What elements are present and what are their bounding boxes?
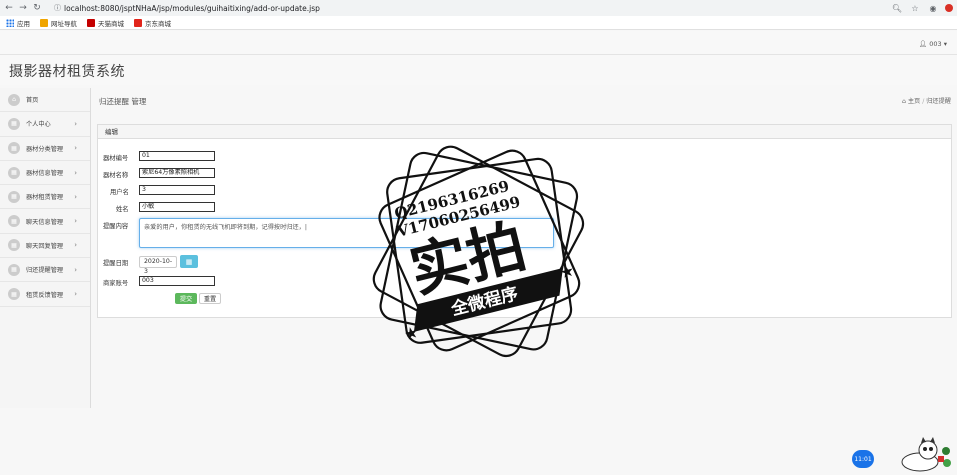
- jd-icon: [134, 18, 142, 27]
- date-input[interactable]: 2020-10-3: [139, 256, 177, 275]
- info-icon[interactable]: ⓘ: [54, 3, 64, 13]
- star-icon: ★: [558, 261, 577, 283]
- home-icon: ⌂: [901, 98, 906, 105]
- sidebar: ⌂ 首页 ▦ 个人中心 › ▦ 器材分类管理 › ▦ 器材信息管理 › ▦ 器材…: [0, 88, 91, 408]
- username-input[interactable]: 3: [139, 185, 215, 195]
- panel-title: 编辑: [98, 125, 951, 139]
- chevron-right-icon: ›: [74, 265, 77, 274]
- zoom-icon[interactable]: 🔍︎: [891, 2, 903, 14]
- sidebar-item-equipment[interactable]: ▦ 器材信息管理 ›: [0, 161, 90, 186]
- grid-icon: ▦: [8, 166, 20, 179]
- grid-icon: ▦: [8, 117, 20, 130]
- bookmark-apps[interactable]: 应用: [6, 18, 30, 28]
- sidebar-item-rental[interactable]: ▦ 器材租赁管理 ›: [0, 185, 90, 210]
- watermark-stamp: Q2196316269 V17060256499 实拍 全微程序 ★ ★: [372, 145, 585, 358]
- bookmarks-bar: 应用 网址导航 天猫商城 京东商城: [0, 16, 957, 30]
- user-icon: 👤︎: [918, 40, 928, 48]
- account-icon[interactable]: ◉: [927, 2, 939, 14]
- app-topbar: 👤︎ 003 ▾: [0, 31, 957, 55]
- apps-icon: [6, 18, 14, 27]
- sidebar-item-return-reminder[interactable]: ▦ 归还提醒管理 ›: [0, 258, 90, 283]
- chevron-right-icon: ›: [74, 241, 77, 250]
- tmall-icon: [87, 18, 95, 27]
- grid-icon: ▦: [8, 239, 20, 252]
- sidebar-item-home[interactable]: ⌂ 首页: [0, 88, 90, 113]
- url-text: localhost:8080/jsptNHaA/jsp/modules/guih…: [64, 3, 320, 13]
- name-label: 姓名: [116, 206, 129, 213]
- breadcrumb-home[interactable]: 主页: [908, 98, 920, 105]
- content-label: 提醒内容: [103, 223, 129, 230]
- name-input[interactable]: 小敏: [139, 202, 215, 212]
- calendar-button[interactable]: ▦: [180, 255, 198, 268]
- user-menu[interactable]: 👤︎ 003 ▾: [919, 40, 947, 48]
- app-title: 摄影器材租赁系统: [9, 64, 125, 80]
- chevron-right-icon: ›: [74, 168, 77, 177]
- bookmark-nav[interactable]: 网址导航: [40, 18, 77, 28]
- chevron-right-icon: ›: [74, 217, 77, 226]
- back-icon[interactable]: ←: [2, 1, 16, 15]
- grid-icon: ▦: [8, 288, 20, 301]
- grid-icon: ▦: [8, 263, 20, 276]
- app-header: 摄影器材租赁系统: [0, 55, 957, 85]
- merchant-label: 商家账号: [103, 280, 129, 287]
- calendar-icon: ▦: [185, 257, 193, 266]
- breadcrumb-current: 归还提醒: [926, 98, 951, 105]
- equip-name-label: 器材名称: [103, 172, 129, 179]
- date-label: 提醒日期: [103, 260, 129, 267]
- mascot-image: [901, 437, 951, 472]
- reload-icon[interactable]: ↻: [30, 1, 44, 15]
- home-icon: ⌂: [8, 93, 20, 106]
- merchant-input[interactable]: 003: [139, 276, 215, 286]
- grid-icon: ▦: [8, 142, 20, 155]
- equip-name-input[interactable]: 索尼64万像素照相机: [139, 168, 215, 178]
- sidebar-item-category[interactable]: ▦ 器材分类管理 ›: [0, 137, 90, 161]
- username-label: 用户名: [110, 189, 129, 196]
- extension-icon[interactable]: [945, 4, 953, 12]
- reset-button[interactable]: 重置: [199, 293, 221, 304]
- breadcrumb: ⌂ 主页 / 归还提醒: [901, 98, 951, 105]
- sidebar-item-profile[interactable]: ▦ 个人中心 ›: [0, 112, 90, 137]
- submit-button[interactable]: 提交: [175, 293, 197, 304]
- chevron-right-icon: ›: [74, 144, 77, 153]
- grid-icon: ▦: [8, 190, 20, 203]
- browser-toolbar: ← → ↻ ⓘ localhost:8080/jsptNHaA/jsp/modu…: [0, 0, 957, 16]
- bookmark-jd[interactable]: 京东商城: [134, 18, 171, 28]
- clock-badge[interactable]: 11:01: [852, 450, 874, 468]
- bookmark-tmall[interactable]: 天猫商城: [87, 18, 124, 28]
- chevron-right-icon: ›: [74, 290, 77, 299]
- equip-no-input[interactable]: 01: [139, 151, 215, 161]
- sidebar-item-chat[interactable]: ▦ 聊天信息管理 ›: [0, 209, 90, 234]
- equip-no-label: 器材编号: [103, 155, 129, 162]
- forward-icon[interactable]: →: [16, 1, 30, 15]
- page-title: 归还提醒 管理: [99, 97, 147, 106]
- nav-bookmark-icon: [40, 18, 48, 27]
- grid-icon: ▦: [8, 215, 20, 228]
- chevron-right-icon: ›: [74, 119, 77, 128]
- star-icon[interactable]: ☆: [909, 2, 921, 14]
- chevron-right-icon: ›: [74, 192, 77, 201]
- sidebar-item-chat-reply[interactable]: ▦ 聊天回复管理 ›: [0, 234, 90, 259]
- address-bar[interactable]: ⓘ localhost:8080/jsptNHaA/jsp/modules/gu…: [54, 2, 888, 14]
- sidebar-item-feedback[interactable]: ▦ 租赁反馈管理 ›: [0, 282, 90, 307]
- caret-down-icon: ▾: [943, 40, 947, 48]
